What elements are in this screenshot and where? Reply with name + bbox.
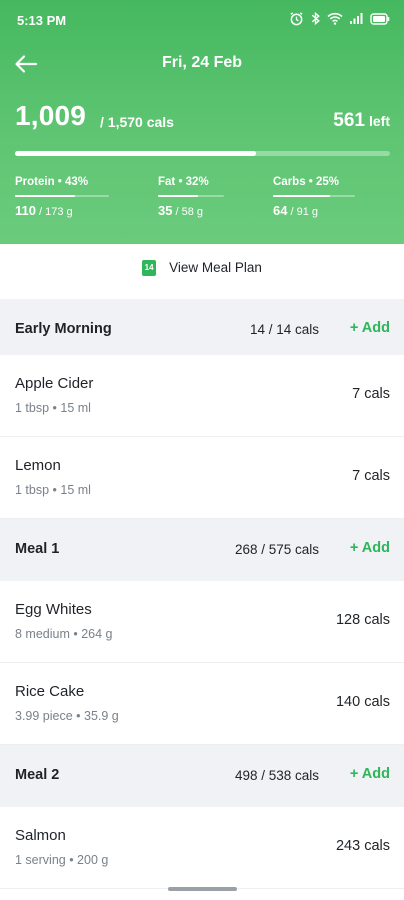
status-bar: 5:13 PM [0,0,404,40]
macro-fat-value: 35 / 58 g [158,203,224,218]
macro-fat-bar-fill [158,195,198,197]
section-meal-2: Meal 2 498 / 538 cals + Add [0,745,404,807]
food-name: Lemon [15,457,61,474]
add-food-button[interactable]: + Add [350,766,390,782]
food-quantity: 1 tbsp • 15 ml [15,483,91,497]
macro-protein-bar [15,195,109,197]
macro-protein-label: Protein • 43% [15,176,89,188]
macro-carbs: Carbs • 25% 64 / 91 g [273,176,355,218]
calories-left: 561 left [333,110,390,132]
macro-carbs-label: Carbs • 25% [273,176,340,188]
date-title[interactable]: Fri, 24 Feb [0,54,404,72]
food-calories: 7 cals [352,468,390,484]
macro-carbs-bar-fill [273,195,331,197]
food-calories: 128 cals [335,612,390,628]
add-food-button[interactable]: + Add [350,540,390,556]
calories-eaten: 1,009 [15,100,87,131]
food-item[interactable]: Rice Cake 3.99 piece • 35.9 g 140 cals [0,663,404,745]
section-name: Meal 2 [15,767,60,783]
macro-carbs-amount: 64 [273,203,288,218]
macro-fat-bar [158,195,224,197]
calories-progress-fill [15,151,257,156]
view-meal-plan-label: View Meal Plan [169,260,262,275]
food-quantity: 8 medium • 264 g [15,627,113,641]
home-indicator[interactable] [168,887,237,891]
calories-progress-bar [15,151,390,156]
food-item[interactable]: Egg Whites 8 medium • 264 g 128 cals [0,581,404,663]
macro-carbs-value: 64 / 91 g [273,203,355,218]
food-calories: 7 cals [352,386,390,402]
food-quantity: 1 serving • 200 g [15,853,109,867]
macro-carbs-bar [273,195,355,197]
wifi-icon [327,12,343,25]
food-quantity: 3.99 piece • 35.9 g [15,709,119,723]
bluetooth-icon [311,11,320,26]
battery-icon [370,12,390,25]
food-name: Rice Cake [15,683,85,700]
section-calories: 14 / 14 cals [249,322,319,337]
macro-fat-amount: 35 [158,203,173,218]
macro-protein: Protein • 43% 110 / 173 g [15,176,109,218]
section-name: Early Morning [15,321,112,337]
macro-fat: Fat • 32% 35 / 58 g [158,176,224,218]
macro-fat-label: Fat • 32% [158,176,209,188]
alarm-icon [290,12,303,26]
calories-left-value: 561 [333,110,365,131]
food-quantity: 1 tbsp • 15 ml [15,401,91,415]
food-calories: 243 cals [335,838,390,854]
food-calories: 140 cals [335,694,390,710]
status-time: 5:13 PM [17,13,67,28]
macro-protein-value: 110 / 173 g [15,203,109,218]
calendar-icon: 14 [142,259,157,276]
macro-protein-total: / 173 g [35,206,73,218]
section-name: Meal 1 [15,541,60,557]
macro-carbs-total: / 91 g [287,206,319,218]
section-calories: 268 / 575 cals [234,542,319,557]
section-calories: 498 / 538 cals [234,768,319,783]
macro-fat-total: / 58 g [172,206,204,218]
view-meal-plan-button[interactable]: 14 View Meal Plan [0,244,404,291]
summary-header: 5:13 PM Fri, 24 Feb 1,009 / 1,570 cals 5… [0,0,404,244]
add-food-button[interactable]: + Add [350,320,390,336]
food-name: Egg Whites [15,601,92,618]
food-name: Apple Cider [15,375,94,392]
calories-total: / 1,570 cals [100,114,174,130]
section-meal-1: Meal 1 268 / 575 cals + Add [0,519,404,581]
calories-left-label: left [369,113,390,129]
macro-protein-bar-fill [15,195,76,197]
section-early-morning: Early Morning 14 / 14 cals + Add [0,299,404,361]
macro-protein-amount: 110 [15,203,36,218]
food-item[interactable]: Apple Cider 1 tbsp • 15 ml 7 cals [0,355,404,437]
food-name: Salmon [15,827,66,844]
food-item[interactable]: Lemon 1 tbsp • 15 ml 7 cals [0,437,404,519]
status-icons [289,11,390,26]
food-item[interactable]: Salmon 1 serving • 200 g 243 cals [0,807,404,889]
signal-icon [350,13,363,24]
